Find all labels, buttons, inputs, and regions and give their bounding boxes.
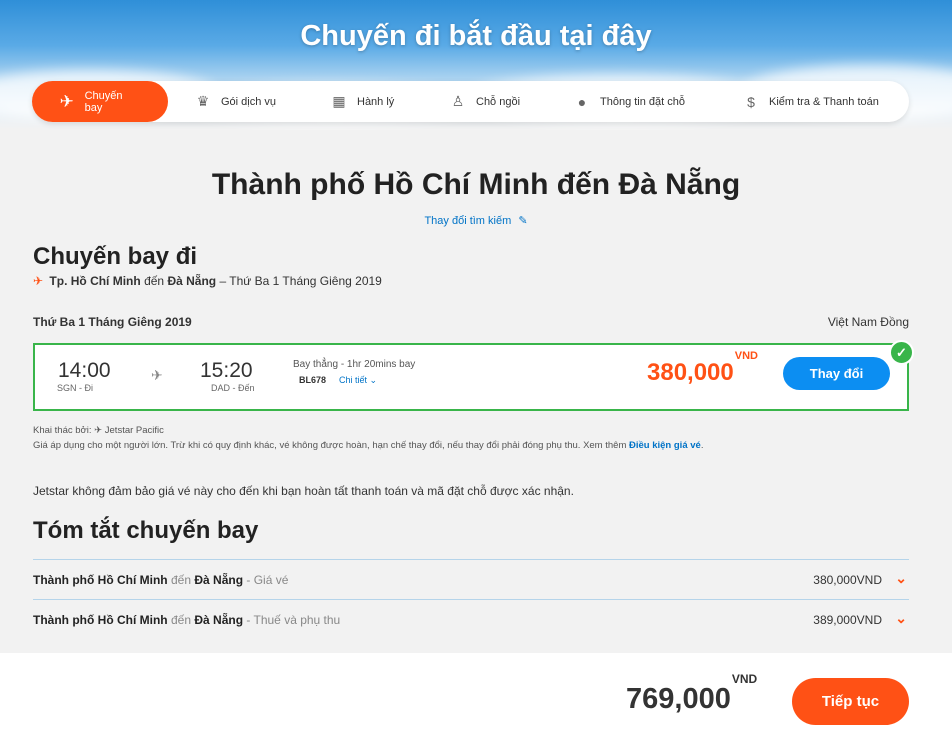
origin-city: Thành phố Hồ Chí Minh xyxy=(33,613,168,627)
price-unit: VND xyxy=(734,350,758,362)
price-guarantee-note: Jetstar không đảm bảo giá vé này cho đến… xyxy=(33,484,574,498)
step-label: Chỗ ngồi xyxy=(476,95,521,108)
outbound-title: Chuyến bay đi xyxy=(33,243,198,270)
summary-row[interactable]: Thành phố Hồ Chí Minh đến Đà Nẵng - Giá … xyxy=(33,559,909,599)
destination-city: Đà Nẵng xyxy=(167,274,217,288)
footer-bar: 769,000VND Tiếp tục xyxy=(0,653,952,733)
page-title: Thành phố Hồ Chí Minh đến Đà Nẵng xyxy=(211,168,741,201)
step-label: Kiểm tra & Thanh toán xyxy=(769,95,879,108)
continue-button[interactable]: Tiếp tục xyxy=(792,678,909,725)
plane-icon: ✈ xyxy=(94,425,103,436)
total-value: 769,000 xyxy=(626,683,731,715)
destination-city: Đà Nẵng xyxy=(194,573,244,587)
hero-title: Chuyến đi bắt đầu tại đây xyxy=(300,20,652,52)
step-flights[interactable]: ✈ Chuyến bay xyxy=(32,81,168,122)
check-icon: ✓ xyxy=(889,340,914,365)
total-unit: VND xyxy=(731,672,758,687)
to-word: đến xyxy=(170,613,192,627)
flight-details-link[interactable]: Chi tiết ⌄ xyxy=(339,375,377,386)
change-search-link[interactable]: Thay đổi tìm kiếm ✎ xyxy=(0,214,952,227)
currency-label: Việt Nam Đồng xyxy=(827,315,909,329)
arrive-time: 15:20 xyxy=(200,359,253,382)
plane-icon: ✈ xyxy=(59,91,74,111)
step-label: Chuyến bay xyxy=(84,89,123,114)
charge-amount: 389,000VND xyxy=(813,613,882,627)
flight-date: Thứ Ba 1 Tháng Giêng 2019 xyxy=(33,315,192,329)
step-label: Thông tin đặt chỗ xyxy=(600,95,686,108)
progress-steps: ✈ Chuyến bay ♛ Gói dịch vụ ▦ Hành lý ♙ C… xyxy=(32,81,909,122)
origin-city: Tp. Hồ Chí Minh xyxy=(49,274,141,288)
step-baggage[interactable]: ▦ Hành lý xyxy=(330,81,394,122)
price-value: 380,000 xyxy=(647,359,734,386)
dollar-icon: $ xyxy=(747,93,755,110)
operator-name: Jetstar Pacific xyxy=(104,425,164,436)
origin-city: Thành phố Hồ Chí Minh xyxy=(33,573,168,587)
step-booking-info[interactable]: ● Thông tin đặt chỗ xyxy=(573,81,685,122)
bundle-icon: ♛ xyxy=(196,93,210,109)
flight-price: 380,000VND xyxy=(647,350,758,387)
route-date: – Thứ Ba 1 Tháng Giêng 2019 xyxy=(219,274,382,288)
step-payment[interactable]: $ Kiểm tra & Thanh toán xyxy=(742,81,879,122)
charge-amount: 380,000VND xyxy=(813,573,882,587)
change-search-label: Thay đổi tìm kiếm xyxy=(424,215,512,227)
charge-type: - Thuế và phụ thu xyxy=(246,613,341,627)
step-bundles[interactable]: ♛ Gói dịch vụ xyxy=(194,81,276,122)
fare-note: Giá áp dụng cho một người lớn. Trừ khi c… xyxy=(33,440,704,451)
destination-city: Đà Nẵng xyxy=(194,613,244,627)
operated-by: Khai thác bởi: ✈ Jetstar Pacific xyxy=(33,425,164,436)
total-price: 769,000VND xyxy=(626,672,757,716)
change-flight-button[interactable]: Thay đổi xyxy=(783,357,890,390)
fare-note-text: Giá áp dụng cho một người lớn. Trừ khi c… xyxy=(33,440,627,451)
plane-icon: ✈ xyxy=(151,367,163,383)
seat-icon: ♙ xyxy=(451,93,465,109)
depart-time: 14:00 xyxy=(58,359,111,382)
operated-by-label: Khai thác bởi: xyxy=(33,425,92,436)
step-label: Hành lý xyxy=(357,95,395,108)
summary-title: Tóm tắt chuyến bay xyxy=(33,517,259,544)
to-word: đến xyxy=(170,573,192,587)
pencil-icon: ✎ xyxy=(518,215,528,227)
step-seats[interactable]: ♙ Chỗ ngồi xyxy=(449,81,520,122)
details-label: Chi tiết xyxy=(339,375,368,385)
plane-icon: ✈ xyxy=(33,274,44,288)
summary-row[interactable]: Thành phố Hồ Chí Minh đến Đà Nẵng - Thuế… xyxy=(33,599,909,639)
luggage-icon: ▦ xyxy=(332,93,346,109)
chevron-down-icon: ⌄ xyxy=(369,375,378,385)
outbound-route: ✈ Tp. Hồ Chí Minh đến Đà Nẵng – Thứ Ba 1… xyxy=(33,274,382,288)
fare-conditions-link[interactable]: Điều kiện giá vé xyxy=(629,440,701,451)
charge-type: - Giá vé xyxy=(246,573,289,587)
to-word: đến xyxy=(144,274,165,288)
chevron-down-icon[interactable]: ⌄ xyxy=(895,610,907,627)
arrive-label: DAD - Đến xyxy=(211,383,255,393)
flight-number: BL678 xyxy=(299,375,327,385)
step-label: Gói dịch vụ xyxy=(221,95,277,108)
flight-duration: Bay thẳng - 1hr 20mins bay xyxy=(293,359,416,370)
depart-label: SGN - Đi xyxy=(57,383,93,393)
flight-card[interactable]: 14:00 SGN - Đi ✈ 15:20 DAD - Đến Bay thẳ… xyxy=(33,343,909,411)
person-icon: ● xyxy=(577,93,587,110)
chevron-down-icon[interactable]: ⌄ xyxy=(895,570,907,587)
